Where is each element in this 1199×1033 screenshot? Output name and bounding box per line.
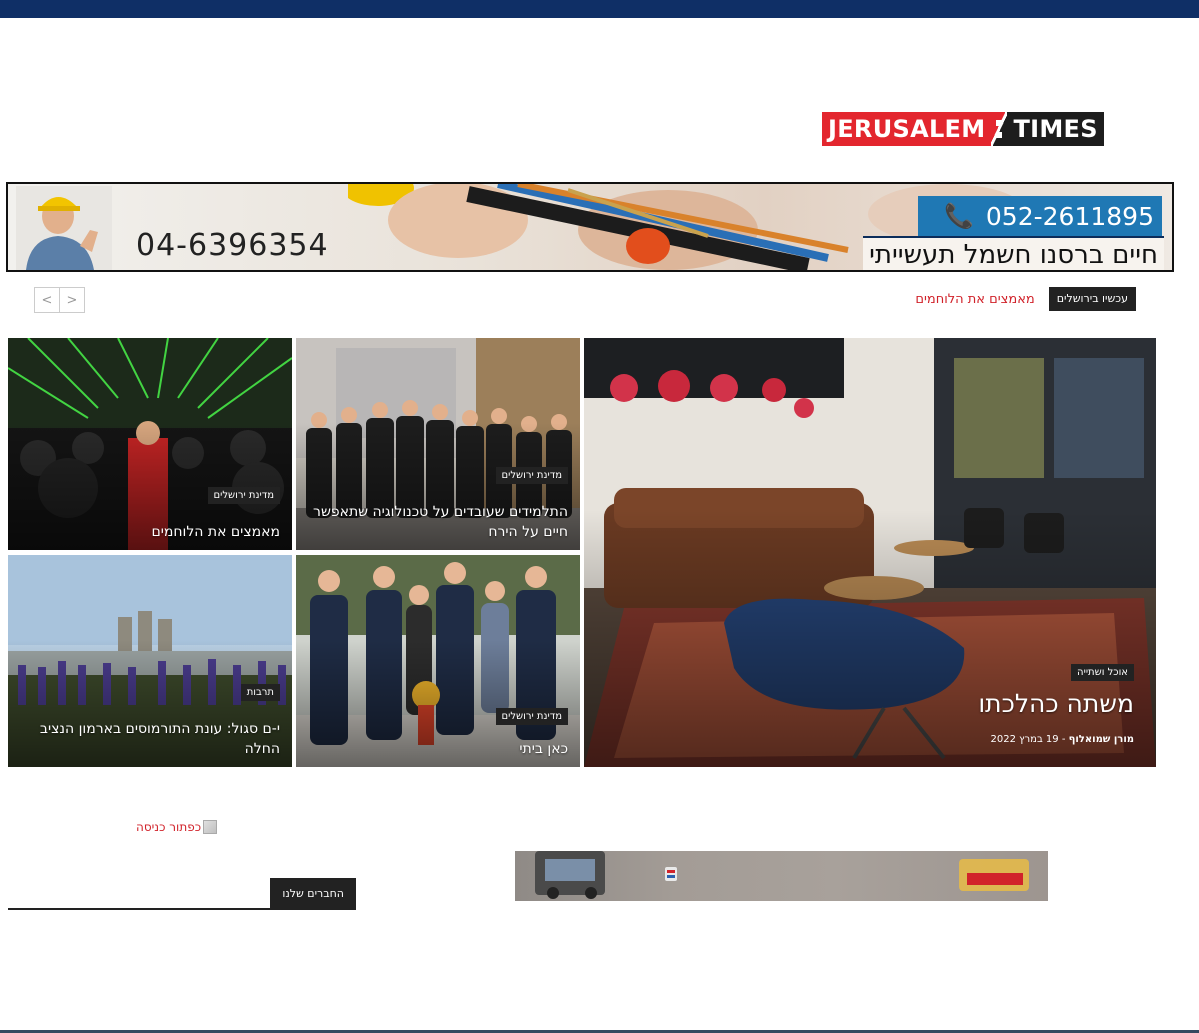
carousel-nav: < > <box>34 287 85 313</box>
ad-truck-image <box>535 851 1029 899</box>
site-logo[interactable]: JERUSALEM TIMES <box>822 112 1104 146</box>
logo-part-times: TIMES <box>1007 112 1104 146</box>
category-badge[interactable]: תרבות <box>240 684 280 701</box>
entry-button-image[interactable]: כפתור כניסה <box>136 820 218 834</box>
prev-arrow-button[interactable]: < <box>34 287 60 313</box>
banner-phone-landline: 04-6396354 <box>136 228 329 263</box>
featured-article-main[interactable]: אוכל ושתייה משתה כהלכתו מורן שמואלוף - 1… <box>584 338 1156 767</box>
ticker-label: עכשיו בירושלים <box>1048 287 1136 311</box>
article-meta: מורן שמואלוף - 19 במרץ 2022 <box>990 734 1134 745</box>
next-arrow-button[interactable]: > <box>59 287 85 313</box>
featured-article-tile[interactable]: מדינת ירושלים כאן ביתי <box>296 555 580 767</box>
top-bar <box>0 0 1199 18</box>
electrician-photo <box>16 186 112 270</box>
logo-part-jerusalem: JERUSALEM <box>822 112 992 146</box>
article-title[interactable]: מאמצים את הלוחמים <box>20 522 280 542</box>
featured-article-tile[interactable]: מדינת ירושלים מאמצים את הלוחמים <box>8 338 292 550</box>
category-badge[interactable]: מדינת ירושלים <box>207 487 280 504</box>
article-title[interactable]: כאן ביתי <box>308 739 568 759</box>
featured-article-tile[interactable]: מדינת ירושלים התלמידים שעובדים על טכנולו… <box>296 338 580 550</box>
logo-separator-icon <box>991 112 1008 146</box>
author-name[interactable]: מורן שמואלוף <box>1069 734 1134 745</box>
top-ad-banner[interactable]: 04-6396354 📞 052-2611895 חיים ברסנו חשמל… <box>6 182 1174 272</box>
article-date: 19 במרץ 2022 <box>990 734 1059 745</box>
meta-separator: - <box>1058 734 1069 745</box>
bottom-ad-banner[interactable] <box>515 851 1048 901</box>
entry-button-alt-text: כפתור כניסה <box>136 820 202 834</box>
banner-phone-mobile: 052-2611895 <box>985 201 1154 231</box>
category-badge[interactable]: אוכל ושתייה <box>1071 664 1134 681</box>
banner-phone-mobile-box: 📞 052-2611895 <box>918 196 1162 236</box>
image-shade <box>584 509 1156 767</box>
news-ticker: עכשיו בירושלים מאמצים את הלוחמים <box>915 287 1136 311</box>
article-title[interactable]: משתה כהלכתו <box>978 689 1134 719</box>
partners-tab[interactable]: החברים שלנו <box>270 878 356 910</box>
banner-slogan: חיים ברסנו חשמל תעשייתי <box>863 236 1164 270</box>
category-badge[interactable]: מדינת ירושלים <box>495 708 568 725</box>
partners-section-header: החברים שלנו <box>8 878 356 910</box>
article-title[interactable]: התלמידים שעובדים על טכנולוגיה שתאפשר חיי… <box>308 502 568 542</box>
article-title[interactable]: י-ם סגול: עונת התורמוסים בארמון הנציב הח… <box>20 719 280 759</box>
broken-image-icon <box>203 820 218 834</box>
ticker-headline-link[interactable]: מאמצים את הלוחמים <box>915 292 1034 307</box>
phone-icon: 📞 <box>944 202 974 230</box>
featured-article-tile[interactable]: תרבות י-ם סגול: עונת התורמוסים בארמון הנ… <box>8 555 292 767</box>
category-badge[interactable]: מדינת ירושלים <box>495 467 568 484</box>
featured-grid: אוכל ושתייה משתה כהלכתו מורן שמואלוף - 1… <box>8 338 1156 767</box>
